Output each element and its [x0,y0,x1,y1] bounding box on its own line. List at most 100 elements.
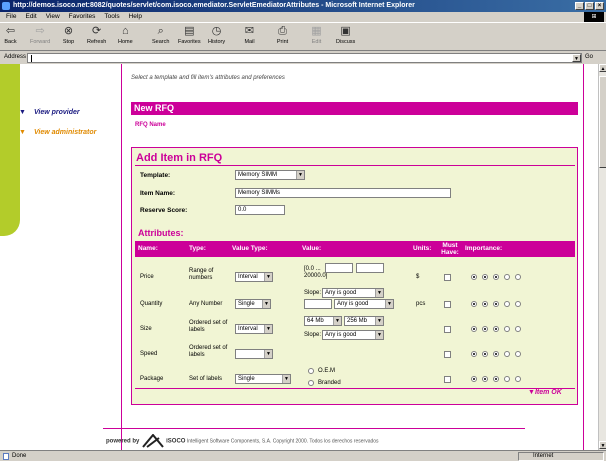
importance-radio[interactable] [482,274,488,280]
value-type-select[interactable]: Interval ▼ [235,272,273,282]
importance-radio[interactable] [493,376,499,382]
must-have-checkbox[interactable] [444,326,451,333]
value-type-select[interactable]: ▼ [235,349,273,359]
value-type-select[interactable]: Single ▼ [235,374,291,384]
must-have-checkbox[interactable] [444,351,451,358]
row-type: Set of labels [189,376,223,382]
footer-divider [103,428,525,429]
menu-file[interactable]: File [6,12,16,22]
importance-radio[interactable] [515,301,521,307]
item-name-field[interactable]: Memory SIMMs [235,188,451,198]
menu-help[interactable]: Help [129,12,142,22]
divider [135,388,575,389]
importance-radio[interactable] [515,274,521,280]
range-from-field[interactable] [325,263,353,273]
col-value-type: Value Type: [232,245,268,252]
nav-view-administrator[interactable]: ▼ View administrator [19,129,96,136]
address-dropdown-icon[interactable]: ▼ [572,54,581,62]
reserve-score-field[interactable]: 0.0 [235,205,285,215]
print-button[interactable]: ⎙ Print [276,25,289,45]
range-to-field[interactable] [356,263,384,273]
history-button[interactable]: ◷ History [208,25,225,45]
template-select[interactable]: Memory SIMM ▼ [235,170,305,180]
chevron-down-icon: ▼ [264,273,272,281]
importance-radio[interactable] [504,351,510,357]
col-importance: Importance: [465,245,503,252]
importance-radio[interactable] [515,326,521,332]
package-option-radio[interactable] [308,380,314,386]
minimize-icon[interactable]: _ [575,2,584,10]
importance-radio[interactable] [504,326,510,332]
attributes-title: Attributes: [138,228,184,238]
menu-favorites[interactable]: Favorites [69,12,96,22]
must-have-checkbox[interactable] [444,376,451,383]
forward-button[interactable]: ⇨ Forward [30,25,50,45]
row-name: Package [140,376,164,382]
scroll-up-icon[interactable]: ▲ [599,64,606,72]
must-have-checkbox[interactable] [444,274,451,281]
value-type-select[interactable]: Interval ▼ [235,324,273,334]
nav-view-provider[interactable]: ▼ View provider [19,109,80,116]
discuss-icon: ▣ [340,25,351,37]
go-button[interactable]: Go [585,54,593,60]
refresh-button[interactable]: ⟳ Refresh [87,25,106,45]
importance-radio[interactable] [493,301,499,307]
back-button[interactable]: ⇦ Back [4,25,17,45]
importance-radio[interactable] [482,326,488,332]
home-button[interactable]: ⌂ Home [118,25,133,45]
home-icon: ⌂ [122,25,129,37]
address-input[interactable] [27,53,582,63]
importance-radio[interactable] [493,351,499,357]
importance-radio[interactable] [471,376,477,382]
row-type: Range of numbers [189,268,214,281]
size-from-select[interactable]: 64 Mb ▼ [304,316,342,326]
left-decoration [0,64,20,236]
stop-button[interactable]: ⊗ Stop [62,25,75,45]
importance-radio[interactable] [482,376,488,382]
importance-radio[interactable] [471,274,477,280]
chevron-down-icon: ▼ [375,289,383,297]
slope-select[interactable]: Any is good ▼ [334,299,394,309]
edit-button[interactable]: ▦ Edit [310,25,323,45]
importance-radio[interactable] [471,301,477,307]
value-type-select[interactable]: Single ▼ [235,299,271,309]
vertical-scrollbar[interactable]: ▲ ▼ [598,64,606,450]
address-bar: Address ▼ Go [0,52,606,64]
stop-icon: ⊗ [63,25,74,37]
importance-radio[interactable] [504,301,510,307]
importance-radio[interactable] [471,351,477,357]
importance-radio[interactable] [482,301,488,307]
mail-button[interactable]: ✉ Mail [243,25,256,45]
importance-radio[interactable] [515,351,521,357]
importance-radio[interactable] [504,274,510,280]
edit-icon: ▦ [311,25,322,37]
package-option-radio[interactable] [308,368,314,374]
close-icon[interactable]: × [595,2,604,10]
item-ok-link[interactable]: ▼Item OK [528,389,562,396]
discuss-button[interactable]: ▣ Discuss [336,25,355,45]
importance-radio[interactable] [493,326,499,332]
favorites-button[interactable]: ▤ Favorites [178,25,201,45]
menu-view[interactable]: View [46,12,60,22]
copyright-text: Intelligent Software Components, S.A. Co… [186,438,379,445]
scroll-down-icon[interactable]: ▼ [599,441,606,449]
importance-radio[interactable] [493,274,499,280]
importance-radio[interactable] [482,351,488,357]
row-name: Speed [140,351,158,357]
menu-edit[interactable]: Edit [25,12,36,22]
slope-select[interactable]: Any is good ▼ [322,288,384,298]
quantity-value-field[interactable] [304,299,332,309]
importance-radio[interactable] [515,376,521,382]
chevron-down-icon: ▼ [296,171,304,179]
slope-label: Slope: [304,332,322,338]
company-name: iSOCO [166,438,186,445]
size-to-select[interactable]: 256 Mb ▼ [344,316,384,326]
importance-radio[interactable] [471,326,477,332]
importance-radio[interactable] [504,376,510,382]
maximize-icon[interactable]: □ [585,2,594,10]
search-button[interactable]: ⌕ Search [152,25,169,45]
scroll-thumb[interactable] [599,76,606,168]
must-have-checkbox[interactable] [444,301,451,308]
menu-tools[interactable]: Tools [104,12,119,22]
slope-select[interactable]: Any is good ▼ [322,330,384,340]
